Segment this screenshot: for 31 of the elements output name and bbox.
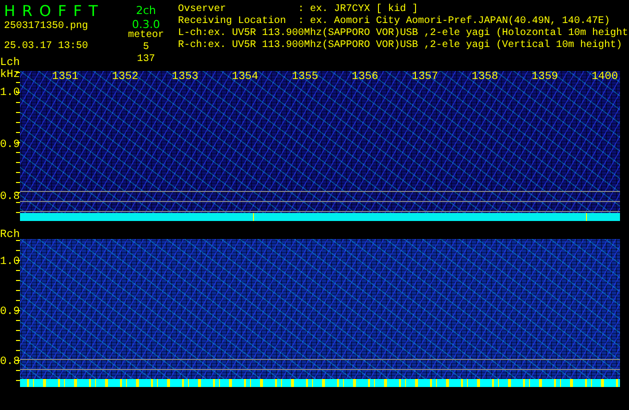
info-value: : ex. JR7CYX [ kid ]	[298, 4, 418, 16]
frequency-label: 1.0	[0, 87, 20, 99]
info-label: Ovserver	[178, 4, 228, 16]
time-label: 1355	[290, 71, 320, 83]
time-label: 1400	[590, 71, 619, 83]
time-label: 1359	[530, 71, 560, 83]
time-label: 1357	[410, 71, 440, 83]
mode-label: meteor	[126, 30, 165, 42]
info-label: Receiving Location	[178, 16, 288, 28]
file-name: 2503171350.png	[4, 21, 90, 33]
info-value: : ex. Aomori City Aomori-Pref.JAPAN(40.49N, 140.47E)	[298, 16, 610, 28]
timestamp: 25.03.17 13:50	[4, 41, 90, 53]
time-label: 1351	[51, 71, 80, 83]
time-label: 1358	[470, 71, 500, 83]
unit-label: kHz	[0, 69, 20, 81]
time-label: 1356	[350, 71, 380, 83]
version-label: 2ch 0.3.0	[132, 4, 160, 31]
channel-label: Rch	[0, 229, 20, 241]
rch-count: 137	[136, 54, 156, 66]
lch-count: 5	[142, 42, 150, 54]
frequency-label: 0.9	[0, 139, 20, 151]
frequency-label: 0.8	[0, 356, 20, 368]
time-label: 1352	[110, 71, 140, 83]
time-label: 1354	[230, 71, 260, 83]
app-logo: H R O F F T	[4, 3, 100, 19]
info-line: R-ch:ex. UV5R 113.900Mhz(SAPPORO VOR)USB ,2-ele yagi (Vertical 10m height)	[178, 40, 622, 52]
frequency-label: 0.8	[0, 191, 20, 203]
info-line: L-ch:ex. UV5R 113.900Mhz(SAPPORO VOR)USB ,2-ele yagi (Holozontal 10m height	[178, 28, 628, 40]
time-label: 1353	[170, 71, 200, 83]
frequency-label: 0.9	[0, 306, 20, 318]
channel-label: Lch	[0, 57, 20, 69]
